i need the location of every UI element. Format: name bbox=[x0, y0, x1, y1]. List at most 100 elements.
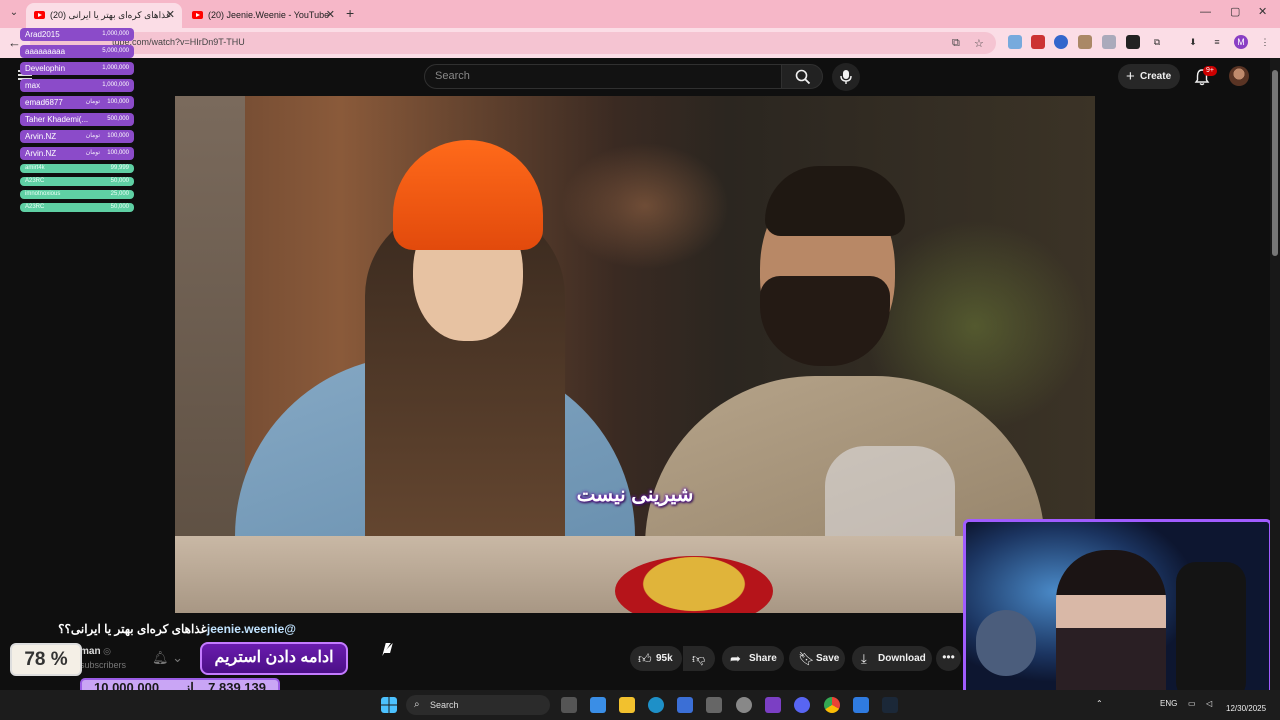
donation-item: aaaaaaaaa 5,000,000 bbox=[20, 45, 134, 58]
stream-percent-badge: 78 % bbox=[10, 643, 82, 676]
windows-start-icon[interactable] bbox=[381, 697, 397, 713]
profile-icon[interactable]: M bbox=[1234, 35, 1248, 49]
tab-inactive-label: (20) Jeenie.Weenie - YouTube bbox=[208, 10, 330, 20]
tab-active[interactable]: (20) غذاهای کره‌ای بهتر یا ایرانی ✕ bbox=[26, 3, 182, 28]
task-view-icon[interactable] bbox=[561, 697, 577, 713]
tab-close-icon[interactable]: ✕ bbox=[326, 5, 335, 26]
discord-icon[interactable] bbox=[794, 697, 810, 713]
taskbar-search[interactable]: ⌕ Search bbox=[406, 695, 550, 715]
new-tab-icon[interactable]: + bbox=[346, 6, 354, 20]
app-icon[interactable] bbox=[736, 697, 752, 713]
extension-icon[interactable] bbox=[1078, 35, 1092, 49]
donation-amount: 50,000 bbox=[110, 204, 129, 210]
windows-taskbar: ⌕ Search ⌃ ENG ▭ ◁ 12/30/2025 bbox=[0, 690, 1280, 720]
more-actions-icon[interactable]: ••• bbox=[936, 646, 961, 671]
install-app-icon[interactable]: ⧉ bbox=[952, 37, 960, 50]
bookmark-star-icon[interactable]: ☆ bbox=[974, 37, 984, 50]
donation-item: Taher Khademi(... 500,000 bbox=[20, 113, 134, 126]
plus-icon: + bbox=[1126, 68, 1135, 85]
donation-item: amirt4k 99,999 bbox=[20, 164, 134, 173]
tray-chevron-icon[interactable]: ⌃ bbox=[1096, 699, 1103, 708]
donation-amount: 99,999 bbox=[110, 165, 129, 171]
share-button[interactable]: ➦ Share bbox=[722, 646, 784, 671]
verified-icon: ◎ bbox=[103, 646, 111, 656]
taskbar-date[interactable]: 12/30/2025 bbox=[1226, 704, 1266, 713]
webcam-chair bbox=[1176, 562, 1246, 699]
create-label: Create bbox=[1140, 71, 1172, 82]
extension-icon[interactable] bbox=[1031, 35, 1045, 49]
store-icon[interactable] bbox=[677, 697, 693, 713]
file-explorer-icon[interactable] bbox=[619, 697, 635, 713]
steam-icon[interactable] bbox=[882, 697, 898, 713]
page-scrollbar[interactable] bbox=[1270, 58, 1280, 690]
close-window-icon[interactable]: ✕ bbox=[1258, 6, 1267, 18]
tab-active-label: (20) غذاهای کره‌ای بهتر یا ایرانی bbox=[50, 10, 171, 20]
extensions-puzzle-icon[interactable]: ⧉ bbox=[1150, 35, 1164, 49]
search-button[interactable] bbox=[781, 64, 823, 89]
downloads-icon[interactable]: ⬇ bbox=[1186, 35, 1200, 49]
streamer-webcam bbox=[963, 519, 1272, 702]
download-icon: ⤓ bbox=[861, 651, 867, 666]
video-scene-man-hair bbox=[765, 166, 905, 236]
search-icon: ⌕ bbox=[414, 699, 420, 710]
subscriber-count: subscribers bbox=[80, 660, 127, 670]
widgets-icon[interactable] bbox=[590, 697, 606, 713]
download-label: Download bbox=[878, 653, 926, 664]
donation-amount: 1,000,000 bbox=[102, 82, 129, 88]
webcam-streamer bbox=[1056, 550, 1166, 699]
menu-dots-icon[interactable]: ⋮ bbox=[1258, 35, 1272, 49]
youtube-favicon-icon bbox=[192, 11, 203, 19]
channel-name[interactable]: man ◎ bbox=[80, 646, 111, 657]
bookmark-icon: 🔖︎ bbox=[798, 651, 815, 666]
app-icon[interactable] bbox=[853, 697, 869, 713]
tab-search-icon[interactable]: ⌄ bbox=[6, 5, 22, 21]
video-player[interactable]: شیرینی نیست bbox=[175, 96, 1095, 613]
thumbs-down-icon: 👎︎ bbox=[692, 651, 706, 666]
volume-icon[interactable]: ◁ bbox=[1206, 699, 1212, 708]
voice-search-button[interactable] bbox=[832, 63, 860, 91]
tab-close-icon[interactable]: ✕ bbox=[166, 5, 175, 26]
extension-icon[interactable] bbox=[1102, 35, 1116, 49]
donation-name: A23RC bbox=[25, 178, 45, 184]
youtube-header: Search + Create 9+ bbox=[0, 58, 1270, 96]
language-indicator[interactable]: ENG bbox=[1160, 699, 1177, 708]
avatar[interactable] bbox=[1229, 66, 1249, 86]
save-button[interactable]: 🔖︎ Save bbox=[789, 646, 845, 671]
tab-inactive[interactable]: (20) Jeenie.Weenie - YouTube ✕ bbox=[184, 3, 342, 28]
network-icon[interactable]: ▭ bbox=[1188, 699, 1196, 708]
edge-browser-icon[interactable] bbox=[648, 697, 664, 713]
maximize-icon[interactable]: ▢ bbox=[1230, 6, 1240, 18]
extension-icon[interactable] bbox=[1054, 35, 1068, 49]
chrome-icon[interactable] bbox=[824, 697, 840, 713]
donation-item: Develophin 1,000,000 bbox=[20, 62, 134, 75]
search-placeholder: Search bbox=[435, 70, 470, 82]
donation-item: Arvin.NZ تومان 100,000 bbox=[20, 130, 134, 143]
like-button[interactable]: 👍︎ 95k bbox=[630, 646, 682, 671]
donation-name: Develophin bbox=[25, 64, 66, 73]
extension-icon[interactable] bbox=[1126, 35, 1140, 49]
donation-list: Arad2015 1,000,000 aaaaaaaaa 5,000,000 Devel… bbox=[20, 28, 134, 216]
download-button[interactable]: ⤓ Download bbox=[852, 646, 932, 671]
create-button[interactable]: + Create bbox=[1118, 64, 1180, 89]
app-icon[interactable] bbox=[765, 697, 781, 713]
donation-amount: 1,000,000 bbox=[102, 65, 129, 71]
bell-subscribe-icon[interactable]: 🔔︎ ⌄ bbox=[152, 650, 183, 666]
search-icon bbox=[795, 69, 811, 85]
address-bar[interactable]: tube.com/watch?v=HIrDn9T-THU ⧉ ☆ bbox=[30, 32, 996, 54]
donation-amount: 100,000 bbox=[107, 133, 129, 139]
scrollbar-thumb[interactable] bbox=[1272, 70, 1278, 256]
donation-name: Arad2015 bbox=[25, 30, 60, 39]
minimize-icon[interactable]: — bbox=[1200, 6, 1211, 18]
donation-item: imnotnoxious 25,000 bbox=[20, 190, 134, 199]
search-input[interactable]: Search bbox=[424, 64, 782, 89]
extension-icon[interactable] bbox=[1008, 35, 1022, 49]
share-arrow-icon: ➦ bbox=[730, 651, 741, 666]
video-title-handle[interactable]: @jeenie.weenie bbox=[207, 622, 296, 636]
media-controls-icon[interactable]: ≡ bbox=[1210, 35, 1224, 49]
share-label: Share bbox=[749, 653, 777, 664]
donation-amount: 50,000 bbox=[110, 178, 129, 184]
dislike-button[interactable]: 👎︎ bbox=[683, 646, 715, 671]
donation-item: max 1,000,000 bbox=[20, 79, 134, 92]
donation-currency: تومان bbox=[85, 150, 100, 156]
app-icon[interactable] bbox=[706, 697, 722, 713]
